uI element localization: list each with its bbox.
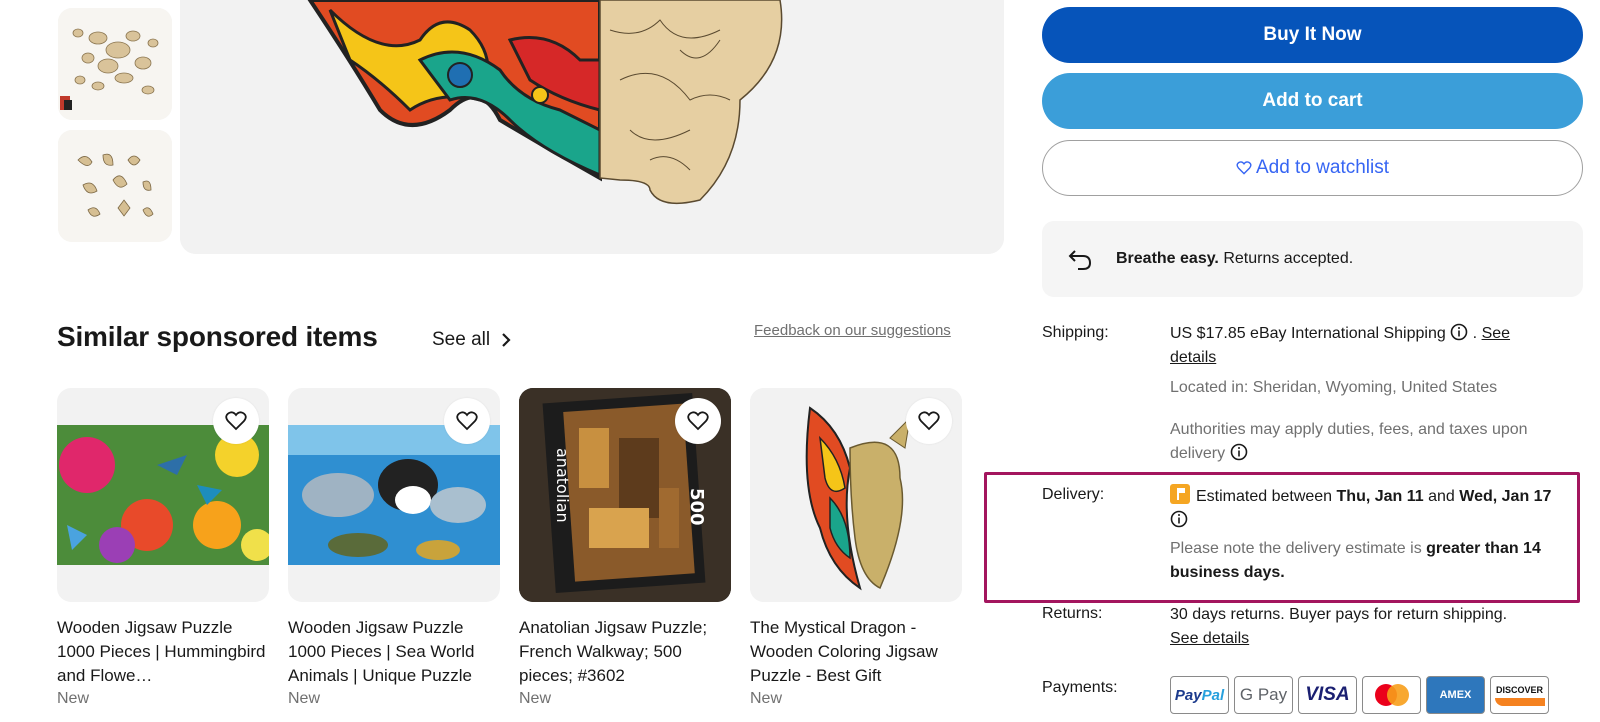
- heart-icon: [918, 411, 940, 431]
- discover-bar: [1494, 697, 1545, 706]
- delivery-label: Delivery:: [1042, 486, 1105, 503]
- delivery-prefix: Estimated between: [1196, 488, 1337, 505]
- delivery-note-text: Please note the delivery estimate is: [1170, 540, 1427, 557]
- watchlist-label: Add to watchlist: [1255, 157, 1390, 178]
- see-all-label: See all: [432, 329, 491, 350]
- main-product-image[interactable]: [180, 0, 1004, 254]
- svg-text:500: 500: [686, 488, 707, 526]
- info-icon[interactable]: [1170, 510, 1188, 528]
- buy-it-now-button[interactable]: Buy It Now: [1042, 7, 1583, 63]
- returns-banner: Breathe easy. Returns accepted.: [1042, 221, 1583, 297]
- item-image[interactable]: [750, 388, 962, 602]
- puzzle-pieces-image: [58, 130, 172, 242]
- visa-logo: VISA: [1298, 676, 1357, 714]
- item-image[interactable]: [288, 388, 500, 602]
- item-title[interactable]: Wooden Jigsaw Puzzle 1000 Pieces | Hummi…: [57, 616, 269, 688]
- item-location: Located in: Sheridan, Wyoming, United St…: [1170, 379, 1498, 396]
- mastercard-icon: [1374, 684, 1409, 706]
- see-all-link[interactable]: See all: [432, 329, 512, 351]
- item-title[interactable]: Anatolian Jigsaw Puzzle; French Walkway;…: [519, 616, 731, 688]
- returns-text: 30 days returns. Buyer pays for return s…: [1170, 606, 1508, 623]
- discover-label: DISCOVER: [1495, 684, 1543, 695]
- amex-logo: AMEX: [1426, 676, 1485, 714]
- chevron-right-icon: [502, 333, 511, 347]
- gallery-thumbnail-2[interactable]: [58, 130, 172, 242]
- returns-label: Returns:: [1042, 605, 1103, 622]
- watch-item-button[interactable]: [675, 398, 721, 444]
- item-condition: New: [750, 690, 783, 707]
- returns-banner-bold: Breathe easy.: [1116, 250, 1219, 267]
- info-icon[interactable]: [1450, 323, 1468, 341]
- item-title[interactable]: The Mystical Dragon - Wooden Coloring Ji…: [750, 616, 962, 688]
- dragon-puzzle-image: [180, 0, 1004, 254]
- duties-text: Authorities may apply duties, fees, and …: [1170, 421, 1528, 462]
- payment-methods: Pay Pal G Pay VISA AMEX DISCOVER: [1170, 676, 1549, 714]
- sea-animals-puzzle-image: [288, 425, 500, 565]
- heart-icon: [687, 411, 709, 431]
- item-image[interactable]: anatolian 500: [519, 388, 731, 602]
- delivery-and: and: [1423, 488, 1460, 505]
- add-to-watchlist-button[interactable]: Add to watchlist: [1042, 140, 1583, 196]
- hummingbird-puzzle-image: [57, 425, 269, 565]
- shipping-value: US $17.85 eBay International Shipping . …: [1170, 322, 1570, 370]
- item-title[interactable]: Wooden Jigsaw Puzzle 1000 Pieces | Sea W…: [288, 616, 500, 688]
- delivery-note: Please note the delivery estimate is gre…: [1170, 537, 1570, 585]
- delivery-date-end: Wed, Jan 17: [1459, 488, 1552, 505]
- delivery-estimate: Estimated between Thu, Jan 11 and Wed, J…: [1170, 484, 1570, 533]
- svg-text:anatolian: anatolian: [553, 448, 572, 523]
- watch-item-button[interactable]: [444, 398, 490, 444]
- return-arrow-icon: [1068, 250, 1092, 270]
- watch-item-button[interactable]: [213, 398, 259, 444]
- add-to-cart-button[interactable]: Add to cart: [1042, 73, 1583, 129]
- google-pay-logo: G Pay: [1234, 676, 1293, 714]
- heart-icon: [456, 411, 478, 431]
- see-shipping-details-link[interactable]: See: [1482, 325, 1510, 342]
- heart-icon: [1236, 161, 1252, 175]
- similar-item-card[interactable]: The Mystical Dragon - Wooden Coloring Ji…: [750, 388, 962, 708]
- similar-items-title: Similar sponsored items: [57, 321, 378, 352]
- delivery-date-start: Thu, Jan 11: [1336, 488, 1424, 505]
- item-condition: New: [288, 690, 321, 707]
- gallery-thumbnail-1[interactable]: [58, 8, 172, 120]
- info-icon[interactable]: [1230, 443, 1248, 461]
- similar-item-card[interactable]: Wooden Jigsaw Puzzle 1000 Pieces | Sea W…: [288, 388, 500, 708]
- puzzle-pieces-image: [58, 8, 172, 120]
- similar-item-card[interactable]: Wooden Jigsaw Puzzle 1000 Pieces | Hummi…: [57, 388, 269, 708]
- see-shipping-details-link-2[interactable]: details: [1170, 349, 1216, 366]
- feedback-link[interactable]: Feedback on our suggestions: [754, 322, 951, 339]
- discover-logo: DISCOVER: [1490, 676, 1549, 714]
- returns-see-details-link[interactable]: See details: [1170, 627, 1249, 651]
- item-condition: New: [519, 690, 552, 707]
- shipping-label: Shipping:: [1042, 324, 1109, 341]
- returns-banner-text: Returns accepted.: [1218, 250, 1354, 267]
- delivery-flag-icon: [1170, 484, 1190, 504]
- item-condition: New: [57, 690, 90, 707]
- item-image[interactable]: [57, 388, 269, 602]
- mastercard-logo: [1362, 676, 1421, 714]
- paypal-logo: Pay Pal: [1170, 676, 1229, 714]
- watch-item-button[interactable]: [906, 398, 952, 444]
- similar-item-card[interactable]: anatolian 500 Anatolian Jigsaw Puzzle; F…: [519, 388, 731, 708]
- payments-label: Payments:: [1042, 679, 1118, 696]
- duties-note: Authorities may apply duties, fees, and …: [1170, 418, 1550, 466]
- shipping-text: US $17.85 eBay International Shipping: [1170, 325, 1446, 342]
- shipping-see-details-dot: .: [1472, 325, 1478, 342]
- heart-icon: [225, 411, 247, 431]
